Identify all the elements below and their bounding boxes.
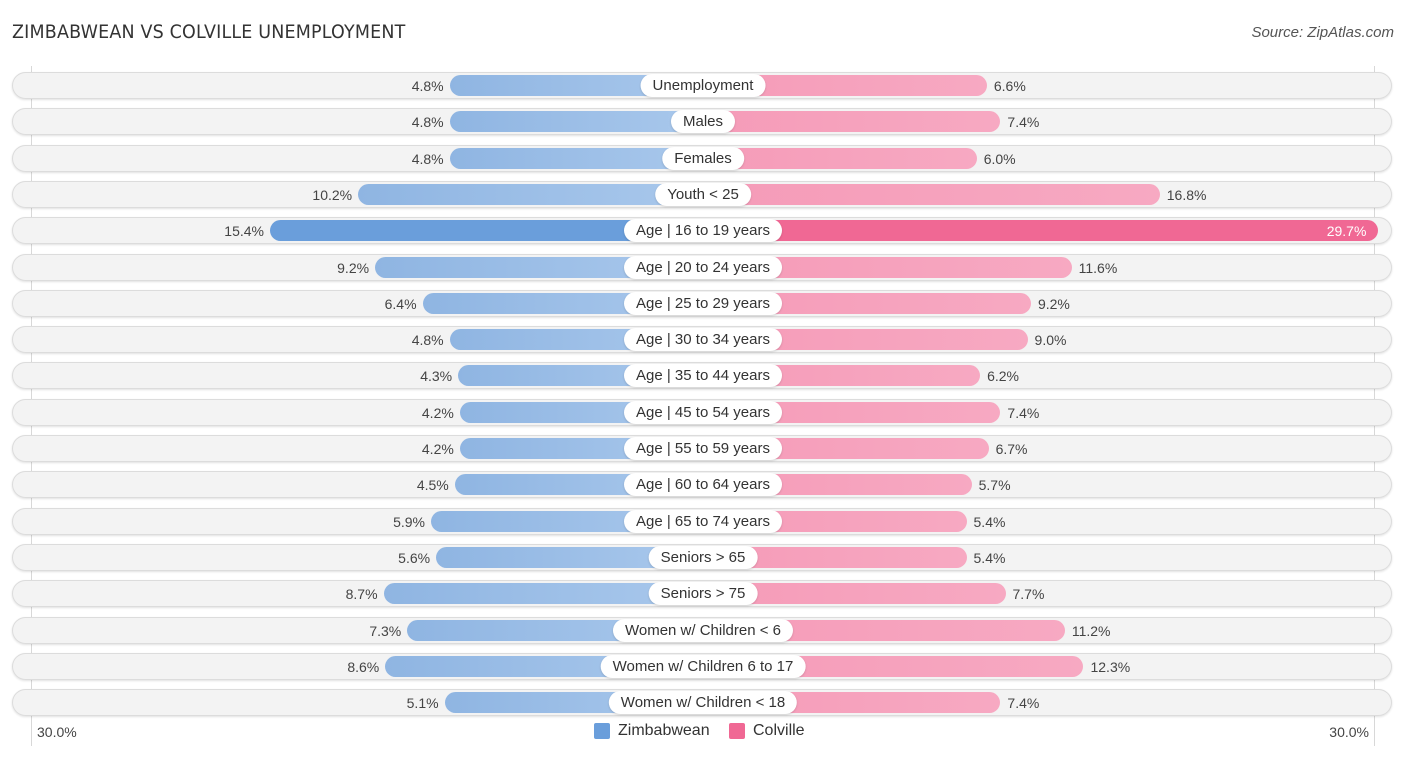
value-label-zimbabwean: 10.2% (312, 187, 353, 203)
category-label: Women w/ Children < 18 (608, 691, 798, 714)
value-label-colville: 5.7% (978, 477, 1011, 493)
category-label: Seniors > 65 (648, 546, 758, 569)
chart-title: ZIMBABWEAN VS COLVILLE UNEMPLOYMENT (12, 21, 406, 43)
category-label: Males (670, 110, 736, 133)
value-label-zimbabwean: 7.3% (369, 623, 402, 639)
category-label: Age | 20 to 24 years (624, 256, 782, 279)
value-label-colville: 7.4% (1007, 405, 1040, 421)
category-label: Women w/ Children < 6 (612, 619, 794, 642)
category-label: Females (662, 147, 744, 170)
value-label-zimbabwean: 5.9% (393, 514, 425, 530)
value-label-zimbabwean: 4.2% (421, 405, 454, 421)
value-label-zimbabwean: 15.4% (224, 223, 264, 239)
legend-label-zimbabwean: Zimbabwean (618, 722, 710, 739)
category-label: Seniors > 75 (648, 582, 758, 605)
value-label-colville: 6.0% (983, 151, 1016, 167)
value-label-zimbabwean: 4.2% (421, 441, 454, 457)
value-label-zimbabwean: 8.7% (345, 586, 378, 602)
value-label-colville: 11.6% (1078, 260, 1118, 276)
legend-swatch-colville (729, 723, 745, 739)
value-label-zimbabwean: 4.3% (420, 368, 453, 384)
category-label: Age | 35 to 44 years (624, 364, 782, 387)
bar-colville (703, 220, 1379, 241)
value-label-colville: 6.6% (993, 78, 1026, 94)
value-label-zimbabwean: 4.5% (416, 477, 449, 493)
value-label-zimbabwean: 9.2% (337, 260, 370, 276)
value-label-colville: 16.8% (1166, 187, 1207, 203)
value-label-zimbabwean: 4.8% (411, 151, 444, 167)
value-label-colville: 9.2% (1037, 296, 1070, 312)
axis-tick-label-right: 30.0% (1329, 724, 1369, 740)
value-label-zimbabwean: 4.8% (411, 332, 444, 348)
value-label-colville: 7.7% (1012, 586, 1045, 602)
value-label-zimbabwean: 5.1% (406, 695, 439, 711)
value-label-zimbabwean: 5.6% (398, 550, 431, 566)
bar-zimbabwean (358, 184, 703, 205)
value-label-colville: 9.0% (1034, 332, 1067, 348)
category-label: Women w/ Children 6 to 17 (600, 655, 806, 678)
category-label: Age | 60 to 64 years (624, 473, 782, 496)
value-label-colville: 6.7% (995, 441, 1028, 457)
bar-colville (703, 184, 1160, 205)
legend-item-colville: Colville (729, 722, 805, 740)
category-label: Unemployment (640, 74, 766, 97)
category-label: Age | 16 to 19 years (624, 219, 782, 242)
category-label: Age | 55 to 59 years (624, 437, 782, 460)
value-label-colville: 12.3% (1090, 659, 1131, 675)
value-label-colville: 6.2% (987, 368, 1019, 384)
category-label: Age | 45 to 54 years (624, 401, 782, 424)
value-label-colville: 7.4% (1007, 695, 1040, 711)
value-label-zimbabwean: 8.6% (347, 659, 380, 675)
axis-tick-label-left: 30.0% (37, 724, 77, 740)
value-label-zimbabwean: 4.8% (411, 114, 444, 130)
bar-colville (703, 111, 1001, 132)
value-label-colville: 7.4% (1007, 114, 1040, 130)
legend-label-colville: Colville (753, 722, 805, 739)
category-label: Age | 25 to 29 years (624, 292, 782, 315)
legend-item-zimbabwean: Zimbabwean (594, 722, 710, 740)
bar-colville (703, 148, 977, 169)
value-label-zimbabwean: 4.8% (411, 78, 444, 94)
value-label-colville: 5.4% (973, 550, 1006, 566)
value-label-zimbabwean: 6.4% (384, 296, 417, 312)
category-label: Youth < 25 (655, 183, 751, 206)
value-label-colville: 29.7% (1326, 223, 1367, 239)
category-label: Age | 65 to 74 years (624, 510, 782, 533)
legend-swatch-zimbabwean (594, 723, 610, 739)
value-label-colville: 11.2% (1071, 623, 1111, 639)
bar-zimbabwean (449, 111, 703, 132)
value-label-colville: 5.4% (973, 514, 1006, 530)
source-credit: Source: ZipAtlas.com (1251, 24, 1394, 41)
category-label: Age | 30 to 34 years (624, 328, 782, 351)
